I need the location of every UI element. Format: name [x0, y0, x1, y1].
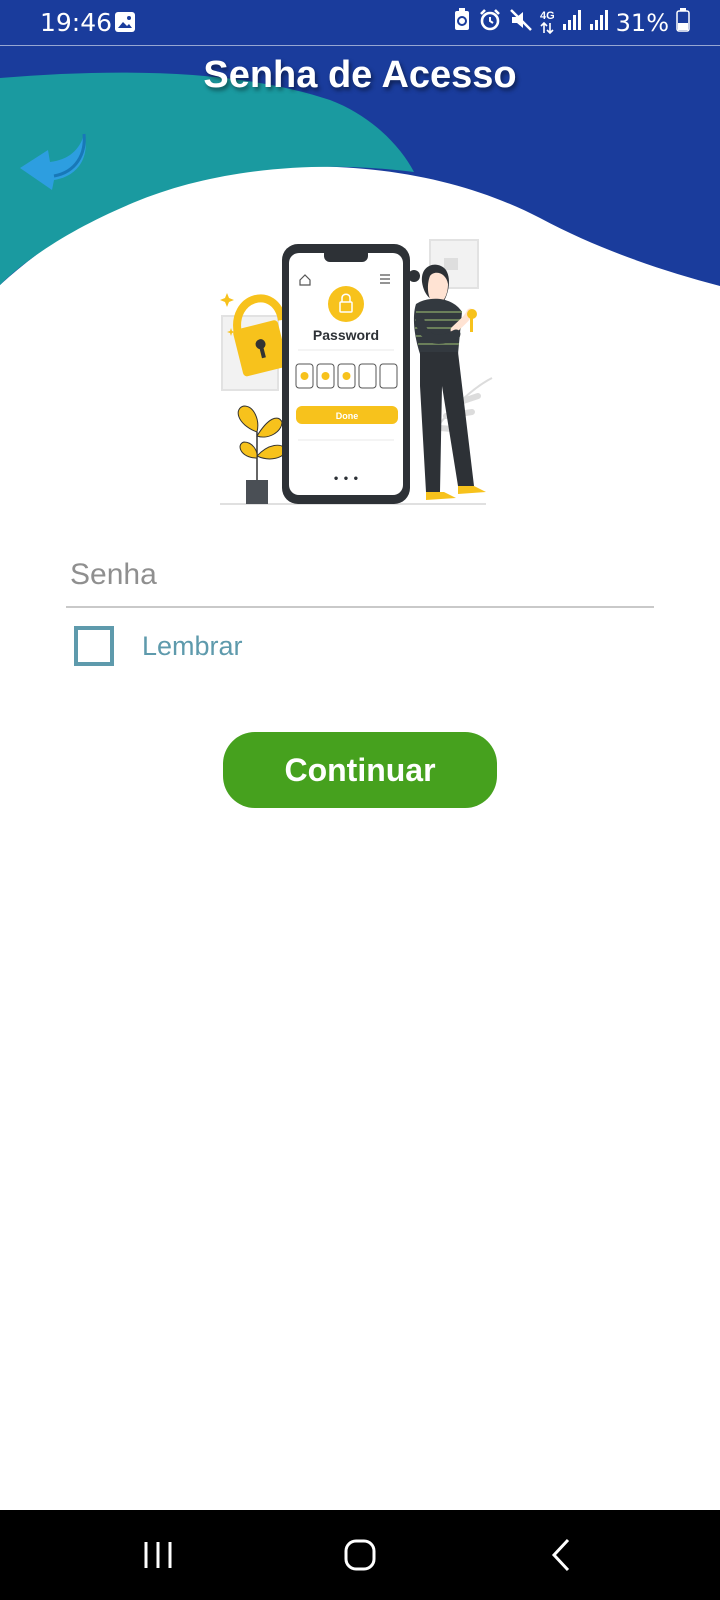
back-button[interactable] [14, 124, 94, 194]
page-title: Senha de Acesso [203, 54, 517, 96]
alarm-icon [478, 8, 502, 37]
signal-icon [562, 9, 582, 36]
home-icon [344, 1539, 376, 1571]
data-arrows-icon: 4G [540, 11, 555, 34]
password-illustration: Password Done • • • [220, 239, 493, 505]
remember-label: Lembrar [142, 630, 243, 661]
gallery-icon [114, 11, 136, 38]
back-arrow-icon [20, 133, 86, 190]
recent-apps-icon [144, 1542, 172, 1568]
status-bar: 19:46 4G 31% [0, 0, 720, 46]
battery-icon [676, 8, 690, 37]
battery-saver-icon [453, 8, 471, 37]
status-time: 19:46 [40, 8, 113, 37]
home-button[interactable] [330, 1530, 390, 1580]
back-icon [551, 1538, 570, 1572]
phone-password-title: Password [313, 327, 379, 343]
mute-icon [509, 8, 533, 37]
password-input[interactable] [66, 552, 662, 598]
remember-checkbox[interactable] [74, 626, 114, 666]
status-icons: 4G 31% [453, 8, 690, 37]
navigation-bar [0, 1510, 720, 1600]
password-field[interactable] [66, 552, 662, 608]
phone-done-label: Done [336, 411, 359, 421]
phone-dots: • • • [333, 474, 359, 485]
recent-apps-button[interactable] [128, 1530, 188, 1580]
continue-button[interactable]: Continuar [223, 732, 497, 808]
remember-row[interactable]: Lembrar [74, 626, 243, 666]
signal-icon [589, 9, 609, 36]
battery-percent: 31% [615, 8, 669, 37]
nav-back-button[interactable] [532, 1530, 592, 1580]
